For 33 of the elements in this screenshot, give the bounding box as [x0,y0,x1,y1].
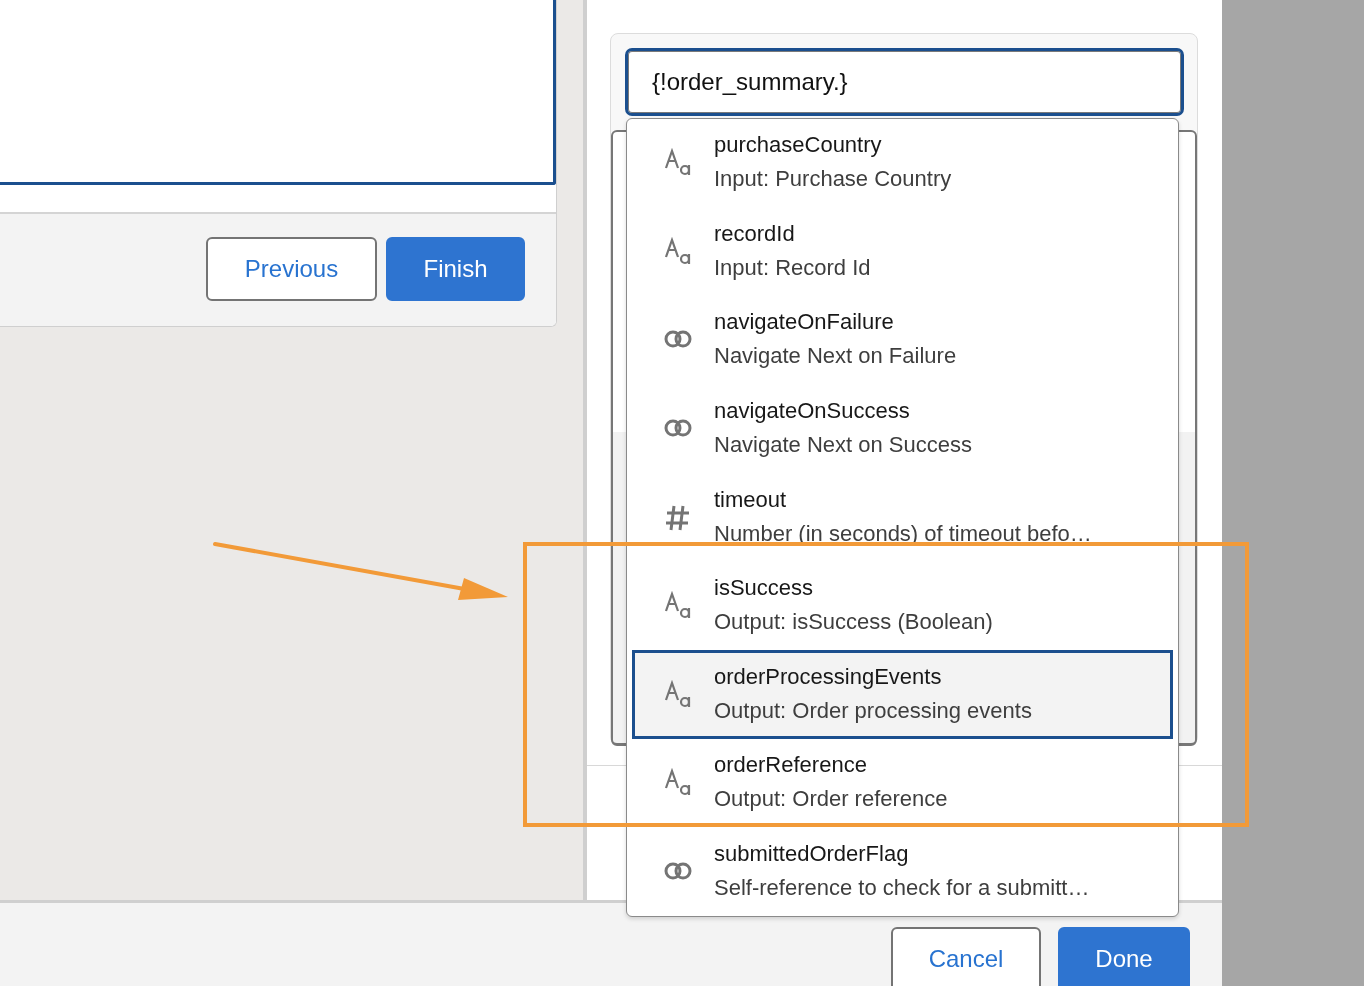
text-type-icon [664,679,692,710]
dropdown-option[interactable]: navigateOnFailure Navigate Next on Failure [632,296,1173,385]
text-type-icon [664,236,692,267]
secondary-button[interactable]: Cancel [891,927,1041,986]
dropdown-option[interactable]: orderReference Output: Order reference [632,738,1173,828]
text-area[interactable] [0,0,556,185]
option-name: navigateOnFailure [714,309,895,336]
option-description: Navigate Next on Failure [714,343,957,370]
dropdown-option[interactable]: recordId Input: Record Id [632,207,1173,297]
option-description: Navigate Next on Success [714,431,973,458]
resource-input[interactable]: {!order_summary.} [625,48,1184,116]
option-description: Output: isSuccess (Boolean) [714,609,993,636]
option-name: recordId [714,220,796,247]
primary-button[interactable]: Done [1058,927,1190,986]
dropdown-option[interactable]: orderProcessingEvents Output: Order processing events [632,650,1173,739]
option-name: orderProcessingEvents [714,663,943,690]
option-name: timeout [714,486,788,513]
option-name: navigateOnSuccess [714,397,911,424]
secondary-button[interactable]: Previous [206,237,377,301]
dropdown-option[interactable]: navigateOnSuccess Navigate Next on Success [632,384,1173,474]
option-description: Input: Record Id [714,254,871,281]
primary-button[interactable]: Finish [386,237,525,301]
option-name: purchaseCountry [714,132,883,159]
option-description: Output: Order reference [714,786,948,813]
option-description: Input: Purchase Country [714,166,952,193]
option-description: Self-reference to check for a submitt… [714,874,1090,901]
option-name: orderReference [714,752,868,779]
dropdown-option[interactable]: submittedOrderFlag Self-reference to check for a submitt… [632,827,1173,916]
option-description: Output: Order processing events [714,697,1032,724]
dropdown-option[interactable]: purchaseCountry Input: Purchase Country [632,119,1173,208]
option-name: submittedOrderFlag [714,840,910,867]
option-name: isSuccess [714,575,815,602]
dropdown-option[interactable]: isSuccess Output: isSuccess (Boolean) [632,561,1173,651]
